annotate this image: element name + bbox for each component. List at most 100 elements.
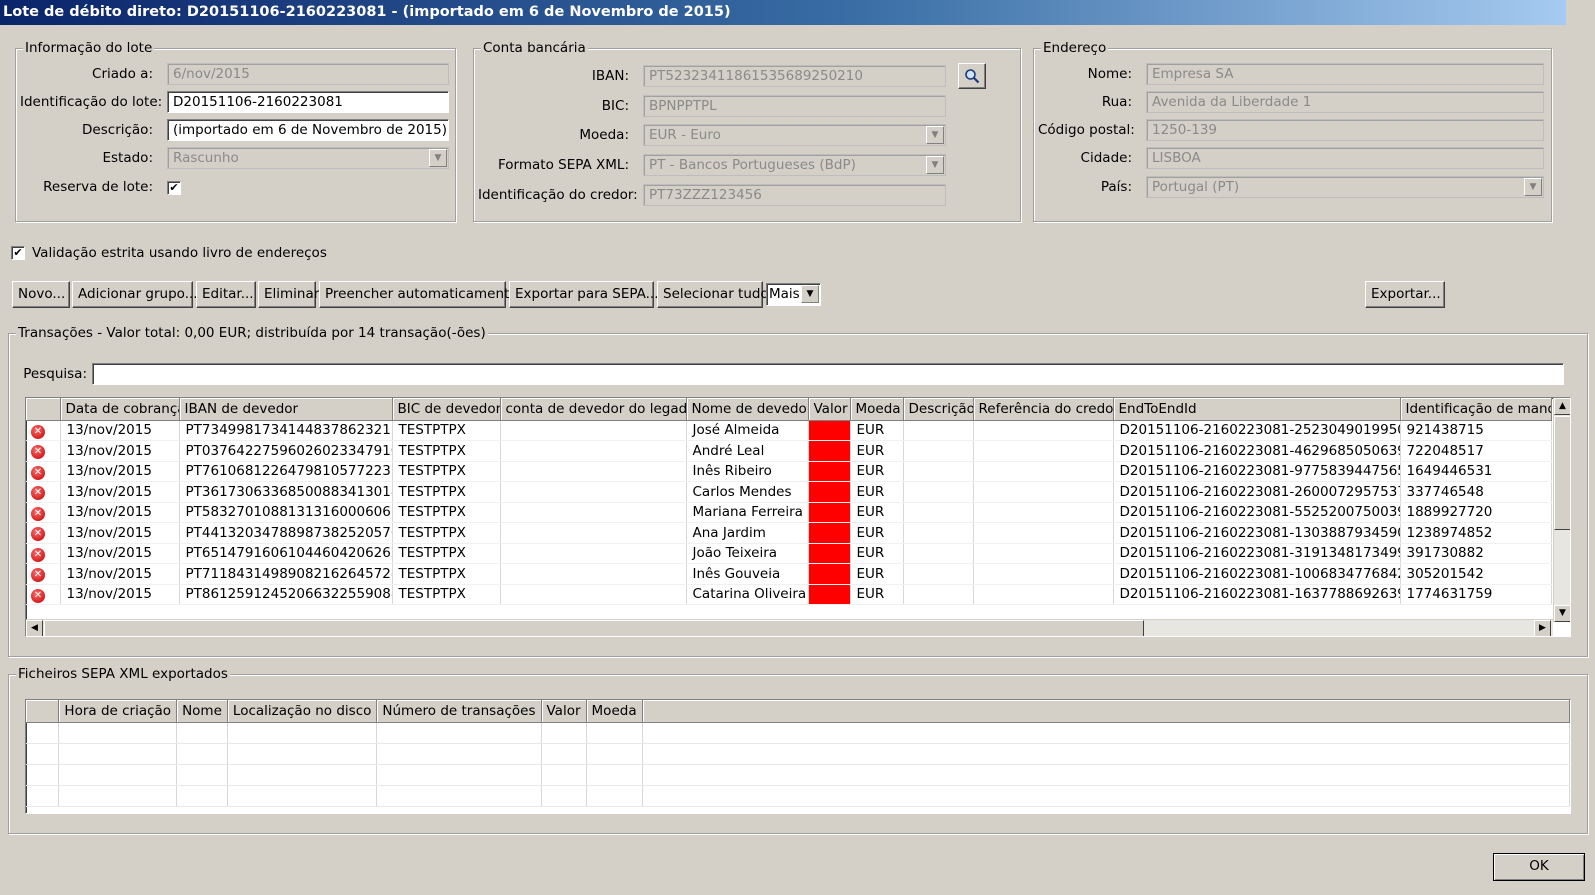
table-row[interactable]: ✕ 13/nov/2015 PT03764227596026023347910 TES… — [26, 440, 1552, 462]
table-cell: TESTPTPX — [392, 522, 501, 544]
currency-label: Moeda: — [579, 127, 629, 143]
vscroll-thumb[interactable] — [1554, 416, 1570, 530]
table-row[interactable]: ✕ 13/nov/2015 PT73499817341448378623211 TES… — [26, 420, 1552, 441]
column-header[interactable]: IBAN de devedor — [179, 398, 393, 421]
column-header[interactable]: Moeda — [850, 398, 904, 421]
table-row[interactable]: ✕ 13/nov/2015 PT44132034788987382520576 TES… — [26, 522, 1552, 544]
column-header[interactable]: Localização no disco — [227, 700, 378, 723]
table-row[interactable]: ✕ 13/nov/2015 PT36173063368500883413018 TES… — [26, 481, 1552, 503]
table-cell: D20151106-2160223081-46296850506398 — [1113, 440, 1401, 462]
table-cell: PT65147916061044604206262 — [179, 543, 393, 564]
scroll-right-button[interactable]: ▶ — [1534, 620, 1551, 636]
strict-validation-checkbox[interactable]: ✔ — [11, 246, 25, 260]
table-cell: Ana Jardim — [686, 522, 809, 544]
table-row[interactable]: ✕ 13/nov/2015 PT86125912452066322559088 TES… — [26, 584, 1552, 605]
export-button[interactable]: Exportar... — [1365, 281, 1445, 308]
add-group-button[interactable]: Adicionar grupo... — [72, 281, 198, 308]
column-header[interactable]: BIC de devedor — [392, 398, 501, 421]
description-field[interactable]: (importado em 6 de Novembro de 2015) — [167, 119, 449, 141]
table-cell — [500, 502, 687, 523]
scroll-down-button[interactable]: ▼ — [1554, 605, 1570, 622]
error-icon: ✕ — [31, 424, 45, 439]
column-header[interactable]: Número de transações — [376, 700, 542, 723]
select-all-button[interactable]: Selecionar tudo — [657, 281, 769, 308]
table-cell — [26, 743, 60, 765]
table-cell — [176, 764, 228, 786]
table-cell — [176, 722, 228, 744]
table-cell: D20151106-2160223081-13038879345906 — [1113, 522, 1401, 544]
scroll-up-button[interactable]: ▲ — [1554, 398, 1570, 415]
autofill-button[interactable]: Preencher automaticamente — [319, 281, 518, 308]
column-header[interactable]: Referência do credor — [973, 398, 1114, 421]
table-cell — [376, 722, 542, 744]
hscroll-thumb[interactable] — [44, 620, 1144, 636]
currency-value: EUR - Euro — [649, 127, 721, 143]
new-button[interactable]: Novo... — [12, 281, 70, 308]
edit-button[interactable]: Editar... — [196, 281, 256, 308]
table-cell — [500, 440, 687, 462]
table-cell: 13/nov/2015 — [60, 481, 180, 503]
reserve-checkbox[interactable]: ✔ — [167, 181, 181, 195]
search-input[interactable] — [92, 363, 1564, 385]
city-field: LISBOA — [1146, 147, 1544, 169]
column-header[interactable]: Nome de devedor — [686, 398, 809, 421]
column-header[interactable]: Moeda — [586, 700, 643, 723]
table-cell — [500, 420, 687, 441]
ok-button[interactable]: OK — [1493, 853, 1585, 881]
table-row[interactable]: ✕ 13/nov/2015 PT76106812264798105772237 TES… — [26, 461, 1552, 482]
table-cell: EUR — [850, 502, 904, 523]
exported-files-grid: Hora de criação Nome Localização no disco N… — [26, 700, 1570, 807]
table-cell — [58, 764, 178, 786]
export-sepa-button[interactable]: Exportar para SEPA... — [509, 281, 659, 308]
description-label: Descrição: — [82, 122, 153, 138]
table-cell — [500, 543, 687, 564]
batch-id-field[interactable]: D20151106-2160223081 — [167, 91, 449, 113]
table-row[interactable]: ✕ 13/nov/2015 PT65147916061044604206262 TES… — [26, 543, 1552, 564]
column-header[interactable]: Valor — [541, 700, 587, 723]
column-header[interactable]: EndToEndId — [1113, 398, 1401, 421]
more-select[interactable]: Mais ▼ — [766, 283, 821, 306]
reserve-label: Reserva de lote: — [43, 179, 153, 195]
table-cell: EUR — [850, 563, 904, 585]
column-header[interactable]: Descrição — [903, 398, 974, 421]
column-header[interactable] — [26, 398, 61, 421]
column-header-filler — [642, 700, 1570, 723]
table-cell — [176, 785, 228, 807]
table-cell: PT76106812264798105772237 — [179, 461, 393, 482]
table-cell — [808, 522, 851, 544]
column-header[interactable]: Identificação de manda — [1400, 398, 1552, 421]
transactions-table: Data de cobrança IBAN de devedor BIC de de… — [25, 397, 1571, 637]
table-cell — [376, 764, 542, 786]
table-cell: TESTPTPX — [392, 481, 501, 503]
chevron-down-icon: ▼ — [926, 126, 944, 144]
column-header[interactable]: Nome — [176, 700, 228, 723]
table-cell — [973, 563, 1114, 585]
delete-button[interactable]: Eliminar — [258, 281, 319, 308]
table-cell: 337746548 — [1400, 481, 1552, 503]
table-cell: EUR — [850, 420, 904, 441]
column-header[interactable]: conta de devedor do legado — [500, 398, 687, 421]
column-header[interactable]: Data de cobrança — [60, 398, 180, 421]
table-cell: Mariana Ferreira — [686, 502, 809, 523]
table-cell — [973, 584, 1114, 605]
table-cell: José Almeida — [686, 420, 809, 441]
column-header[interactable] — [26, 700, 60, 723]
scroll-left-button[interactable]: ◀ — [26, 620, 43, 636]
column-header[interactable]: Hora de criação — [58, 700, 178, 723]
table-cell — [642, 764, 1570, 786]
transactions-vscroll[interactable]: ▲ ▼ — [1553, 398, 1570, 622]
table-cell — [808, 461, 851, 482]
state-value: Rascunho — [173, 150, 239, 166]
table-cell — [642, 722, 1570, 744]
bic-label: BIC: — [601, 98, 629, 114]
table-cell: 13/nov/2015 — [60, 522, 180, 544]
transactions-hscroll[interactable]: ◀ ▶ — [26, 619, 1553, 636]
chevron-down-icon: ▼ — [801, 285, 819, 303]
iban-lookup-button[interactable] — [958, 63, 986, 89]
column-header[interactable]: Valor — [808, 398, 851, 421]
table-row[interactable]: ✕ 13/nov/2015 PT58327010881313160006061 TES… — [26, 502, 1552, 523]
sepa-format-select: PT - Bancos Portugueses (BdP) ▼ — [643, 154, 946, 176]
table-cell — [973, 481, 1114, 503]
status-cell: ✕ — [26, 420, 61, 441]
table-row[interactable]: ✕ 13/nov/2015 PT71184314989082162645728 TES… — [26, 563, 1552, 585]
